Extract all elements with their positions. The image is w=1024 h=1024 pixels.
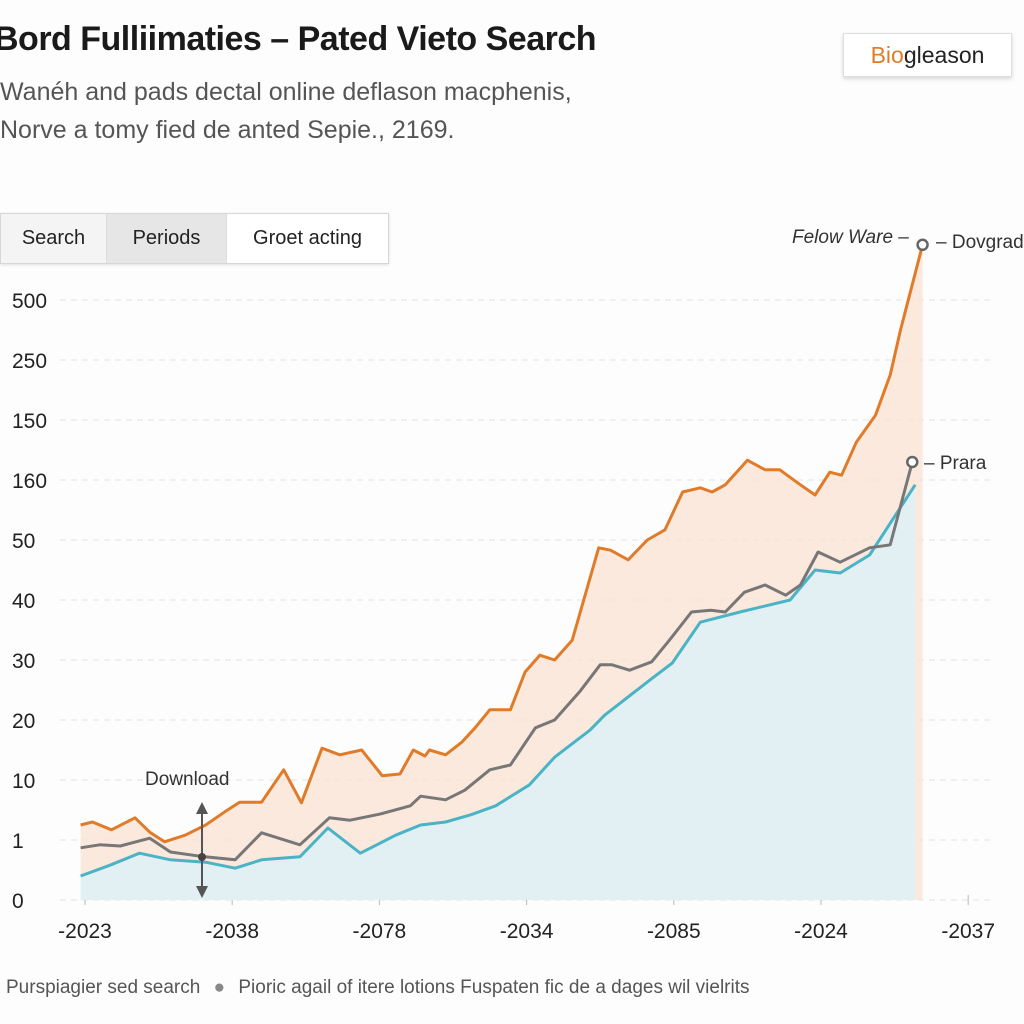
legend-item-2: Pioric agail of itere lotions Fuspaten f…: [238, 977, 750, 998]
y-tick-label: 40: [12, 590, 35, 613]
chart: 0 1 10 20 30 40 50 160 150 250 500 -2023 -2038 -2078 -…: [12, 238, 995, 943]
legend: Purspiagier sed search ● Pioric agail of…: [6, 977, 750, 999]
x-tick-label: -2038: [205, 920, 259, 943]
x-tick-label: -2085: [647, 920, 701, 943]
annotation-prara: – Prara: [924, 453, 987, 474]
orange-end-marker: [916, 238, 929, 252]
gray-end-marker: [906, 455, 919, 469]
y-tick-label: 0: [12, 890, 24, 913]
legend-item-1: Purspiagier sed search: [6, 977, 201, 998]
x-tick-label: -2078: [353, 920, 407, 943]
legend-dot-icon: ●: [213, 977, 226, 998]
download-marker: [198, 853, 206, 861]
y-tick-label: 30: [12, 650, 35, 673]
y-tick-label: 500: [12, 290, 47, 313]
x-tick-label: -2024: [794, 920, 848, 943]
y-tick-label: 250: [12, 350, 47, 373]
y-tick-label: 10: [12, 770, 35, 793]
annotation-download: Download: [145, 769, 230, 790]
annotation-felow-ware: Felow Ware –: [792, 227, 909, 248]
y-tick-label: 50: [12, 530, 35, 553]
y-tick-label: 1: [12, 830, 24, 853]
y-tick-label: 20: [12, 710, 35, 733]
y-tick-label: 150: [12, 410, 47, 433]
y-tick-label: 160: [12, 470, 47, 493]
annotation-dovgrad: – Dovgrad: [936, 232, 1024, 253]
x-tick-label: -2034: [500, 920, 554, 943]
arrow-up-icon: [196, 802, 208, 814]
x-tick-label: -2037: [941, 920, 995, 943]
x-tick-label: -2023: [58, 920, 112, 943]
